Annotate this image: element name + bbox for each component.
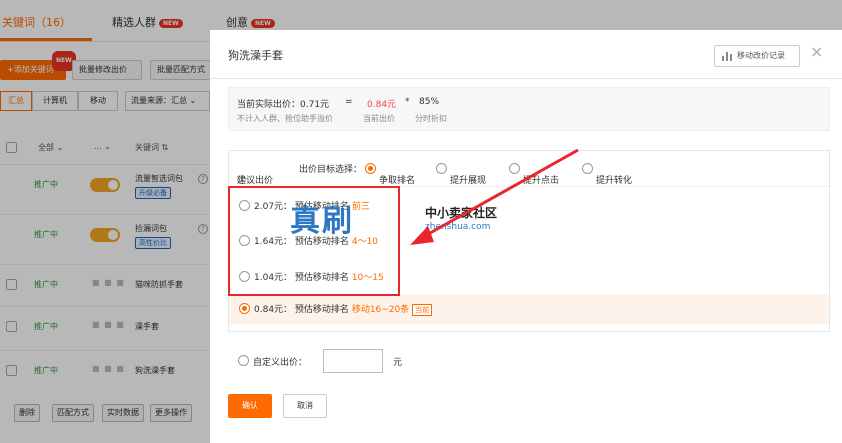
current-badge: 当前 <box>412 304 433 316</box>
current-price: 0.84元 <box>367 100 397 110</box>
option-label: 提升点击 <box>523 176 560 186</box>
bid-target-row: 建议出价 ⓘ 出价目标选择： 争取排名 提升展现 提升点击 提升转化 <box>229 151 829 187</box>
current-bid-row: 0.84元： 预估移动排名 移动16~20条 当前 <box>229 294 829 324</box>
option-desc: 预估移动排名 <box>294 273 349 283</box>
close-icon[interactable]: × <box>810 42 823 61</box>
image-glare <box>705 405 842 443</box>
price-record-button[interactable]: 移动改价记录 <box>714 45 800 67</box>
radio-icon <box>582 163 593 174</box>
radio-icon <box>239 271 250 282</box>
confirm-button[interactable]: 确认 <box>228 394 272 418</box>
option-rank: 10～15 <box>351 273 384 283</box>
option-label: 提升展现 <box>450 176 487 186</box>
custom-bid-label: 自定义出价： <box>253 358 308 368</box>
target-label: 出价目标选择： <box>299 165 363 175</box>
cancel-button[interactable]: 取消 <box>283 394 327 418</box>
radio-icon <box>365 163 376 174</box>
times-sign: * <box>405 97 410 107</box>
option-label: 争取排名 <box>379 176 416 186</box>
header-divider <box>210 78 842 79</box>
radio-icon <box>239 303 250 314</box>
radio-icon <box>436 163 447 174</box>
equals-sign: = <box>345 97 353 107</box>
modal-title: 狗洗澡手套 <box>228 49 283 62</box>
custom-bid-radio[interactable] <box>238 355 249 366</box>
custom-bid-input[interactable] <box>323 349 383 373</box>
watermark: 真刷 中小卖家社区 zhenshua.com <box>290 196 540 246</box>
option-price: 0.84元： <box>254 305 293 315</box>
chart-icon <box>722 52 733 61</box>
option-price: 1.04元： <box>254 273 293 283</box>
price-formula: 当前实际出价：0.71元 = 0.84元 * 85% 不计入人群、抢位助手溢价 … <box>228 87 830 131</box>
option-label: 提升转化 <box>596 176 633 186</box>
radio-icon <box>509 163 520 174</box>
option-text: 1.04元： 预估移动排名 10～15 <box>254 270 384 283</box>
custom-bid: 自定义出价： 元 <box>238 349 538 373</box>
option-rank: 移动16~20条 <box>351 305 410 315</box>
actual-price: 当前实际出价：0.71元 <box>237 100 330 110</box>
formula-note: 不计入人群、抢位助手溢价 <box>237 114 333 123</box>
watermark-logo: 真刷 <box>290 204 354 239</box>
button-label: 移动改价记录 <box>737 51 785 60</box>
help-icon[interactable]: ⓘ <box>237 173 246 186</box>
time-discount-percent: 85% <box>419 97 440 107</box>
watermark-domain: zhenshua.com <box>425 222 491 232</box>
custom-bid-unit: 元 <box>393 358 403 368</box>
watermark-site: 中小卖家社区 <box>425 206 498 220</box>
option-text: 0.84元： 预估移动排名 移动16~20条 当前 <box>254 302 433 316</box>
formula-note: 当前出价 <box>363 114 395 123</box>
option-desc: 预估移动排名 <box>294 305 349 315</box>
formula-note: 分时折扣 <box>415 114 447 123</box>
